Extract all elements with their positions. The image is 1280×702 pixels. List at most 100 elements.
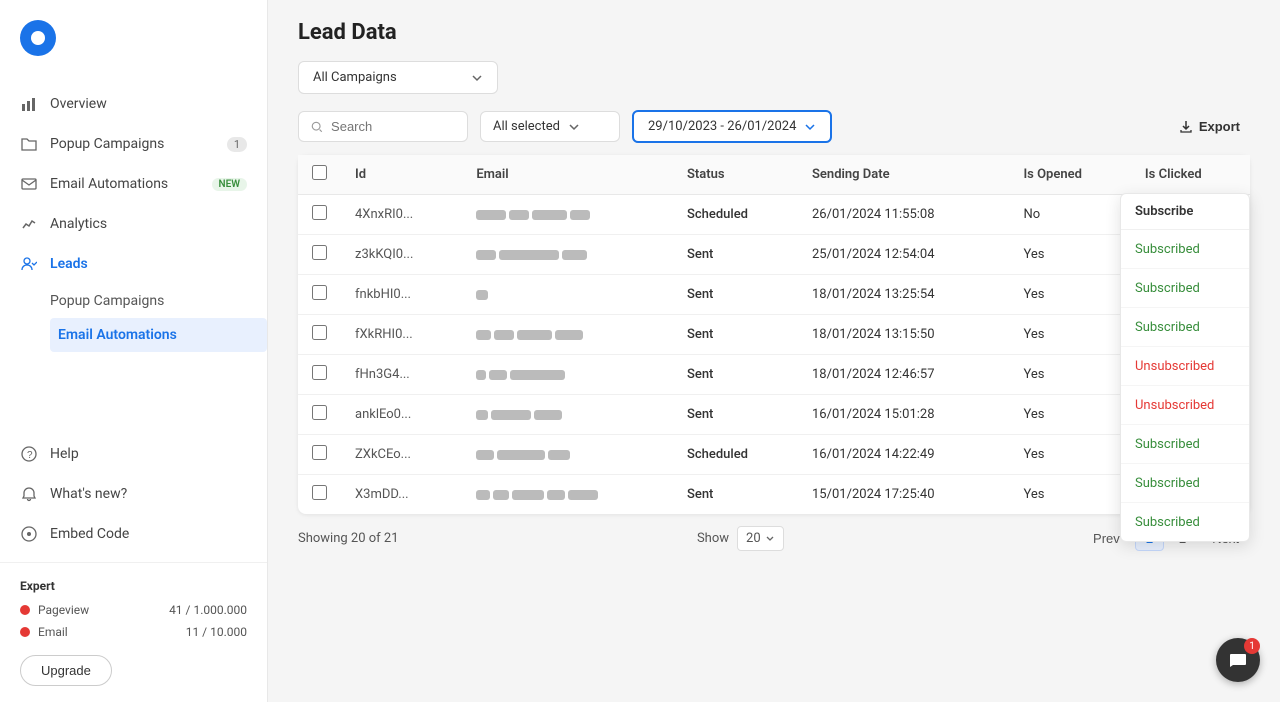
table-controls: All selected 29/10/2023 - 26/01/2024 Exp… [298, 110, 1250, 143]
row-status-7: Sent [673, 475, 798, 515]
filter-row: All Campaigns [298, 61, 1250, 94]
date-range-picker[interactable]: 29/10/2023 - 26/01/2024 [632, 110, 832, 143]
row-opened-2: Yes [1009, 275, 1130, 315]
showing-text: Showing 20 of 21 [298, 531, 399, 546]
status-select[interactable]: All selected [480, 111, 620, 142]
sub-nav-popup-campaigns[interactable]: Popup Campaigns [50, 284, 267, 318]
logo[interactable] [0, 0, 267, 76]
chat-bubble[interactable]: 1 [1216, 638, 1260, 682]
row-opened-1: Yes [1009, 235, 1130, 275]
sidebar-item-leads-label: Leads [50, 256, 247, 272]
sidebar-item-popup-campaigns[interactable]: Popup Campaigns 1 [0, 124, 267, 164]
row-checkbox-6[interactable] [312, 445, 327, 460]
row-opened-7: Yes [1009, 475, 1130, 515]
table-row: X3mDD...Sent15/01/2024 17:25:40YesNo [298, 475, 1250, 515]
subscribe-dropdown[interactable]: Subscribe SubscribedSubscribedSubscribed… [1120, 193, 1250, 542]
subscribe-item-4[interactable]: Unsubscribed [1121, 386, 1249, 425]
export-button[interactable]: Export [1169, 112, 1250, 141]
subscribe-item-7[interactable]: Subscribed [1121, 503, 1249, 541]
table-row: anklEo0...Sent16/01/2024 15:01:28YesYes [298, 395, 1250, 435]
email-label: Email [38, 625, 178, 639]
row-checkbox-3[interactable] [312, 325, 327, 340]
pageview-dot [20, 605, 30, 615]
status-chevron-icon [568, 121, 580, 133]
main-content: Lead Data All Campaigns All selected 29/… [268, 0, 1280, 702]
row-date-0: 26/01/2024 11:55:08 [798, 195, 1009, 235]
row-date-1: 25/01/2024 12:54:04 [798, 235, 1009, 275]
row-checkbox-5[interactable] [312, 405, 327, 420]
subscribe-dropdown-items: SubscribedSubscribedSubscribedUnsubscrib… [1121, 230, 1249, 541]
row-status-4: Sent [673, 355, 798, 395]
subscribe-item-6[interactable]: Subscribed [1121, 464, 1249, 503]
col-is-clicked: Is Clicked [1131, 155, 1250, 195]
sidebar-item-overview[interactable]: Overview [0, 84, 267, 124]
row-status-0: Scheduled [673, 195, 798, 235]
export-label: Export [1199, 119, 1240, 134]
leads-icon [20, 255, 38, 273]
chevron-down-icon [471, 72, 483, 84]
show-select[interactable]: 20 [737, 526, 784, 551]
select-all-header[interactable] [298, 155, 341, 195]
subscribe-item-3[interactable]: Unsubscribed [1121, 347, 1249, 386]
show-chevron-icon [765, 534, 775, 544]
col-sending-date: Sending Date [798, 155, 1009, 195]
sidebar-item-popup-label: Popup Campaigns [50, 136, 215, 152]
table-body: 4XnxRI0...Scheduled26/01/2024 11:55:08No… [298, 195, 1250, 515]
chat-icon [1228, 650, 1248, 670]
lead-data-table: Id Email Status Sending Date Is Opened I… [298, 155, 1250, 514]
row-email-5 [462, 395, 673, 435]
chat-badge: 1 [1244, 638, 1260, 654]
sidebar-item-analytics[interactable]: Analytics [0, 204, 267, 244]
sidebar-item-whats-new[interactable]: What's new? [0, 474, 267, 514]
row-opened-5: Yes [1009, 395, 1130, 435]
table-row: 4XnxRI0...Scheduled26/01/2024 11:55:08No… [298, 195, 1250, 235]
row-checkbox-7[interactable] [312, 485, 327, 500]
row-opened-4: Yes [1009, 355, 1130, 395]
row-email-4 [462, 355, 673, 395]
pageview-label: Pageview [38, 603, 161, 617]
row-id-4: fHn3G4... [341, 355, 462, 395]
help-icon: ? [20, 445, 38, 463]
email-count: 11 / 10.000 [186, 625, 247, 639]
select-all-checkbox[interactable] [312, 165, 327, 180]
sidebar-item-email-automations[interactable]: Email Automations NEW [0, 164, 267, 204]
row-checkbox-0[interactable] [312, 205, 327, 220]
row-checkbox-4[interactable] [312, 365, 327, 380]
row-status-6: Scheduled [673, 435, 798, 475]
row-status-5: Sent [673, 395, 798, 435]
row-date-4: 18/01/2024 12:46:57 [798, 355, 1009, 395]
subscribe-item-2[interactable]: Subscribed [1121, 308, 1249, 347]
email-dot [20, 627, 30, 637]
sidebar-item-leads[interactable]: Leads [0, 244, 267, 284]
campaign-select[interactable]: All Campaigns [298, 61, 498, 94]
table-row: fXkRHI0...Sent18/01/2024 13:15:50YesNo [298, 315, 1250, 355]
row-checkbox-2[interactable] [312, 285, 327, 300]
row-email-3 [462, 315, 673, 355]
sidebar-item-help[interactable]: ? Help [0, 434, 267, 474]
status-select-value: All selected [493, 119, 560, 134]
table-row: fnkbHI0...Sent18/01/2024 13:25:54YesYes [298, 275, 1250, 315]
sub-nav-email-automations[interactable]: Email Automations [50, 318, 267, 352]
main-header: Lead Data All Campaigns [268, 0, 1280, 110]
table-row: z3kKQI0...Sent25/01/2024 12:54:04YesNo [298, 235, 1250, 275]
upgrade-button[interactable]: Upgrade [20, 655, 112, 686]
sidebar-item-embed-label: Embed Code [50, 526, 247, 542]
table-row: fHn3G4...Sent18/01/2024 12:46:57YesYes [298, 355, 1250, 395]
row-checkbox-1[interactable] [312, 245, 327, 260]
subscribe-item-5[interactable]: Subscribed [1121, 425, 1249, 464]
sidebar: Overview Popup Campaigns 1 Email Automat… [0, 0, 268, 702]
subscribe-item-0[interactable]: Subscribed [1121, 230, 1249, 269]
subscribe-item-1[interactable]: Subscribed [1121, 269, 1249, 308]
row-opened-0: No [1009, 195, 1130, 235]
leads-sub-nav: Popup Campaigns Email Automations [0, 284, 267, 352]
row-id-6: ZXkCEo... [341, 435, 462, 475]
show-controls: Show 20 [697, 526, 784, 551]
search-box[interactable] [298, 111, 468, 142]
expert-title: Expert [20, 579, 247, 593]
svg-text:?: ? [27, 450, 33, 461]
search-input[interactable] [331, 119, 455, 134]
sidebar-expert-section: Expert Pageview 41 / 1.000.000 Email 11 … [0, 562, 267, 702]
sidebar-item-embed-code[interactable]: Embed Code [0, 514, 267, 554]
row-date-2: 18/01/2024 13:25:54 [798, 275, 1009, 315]
subscribe-dropdown-header: Subscribe [1121, 194, 1249, 230]
